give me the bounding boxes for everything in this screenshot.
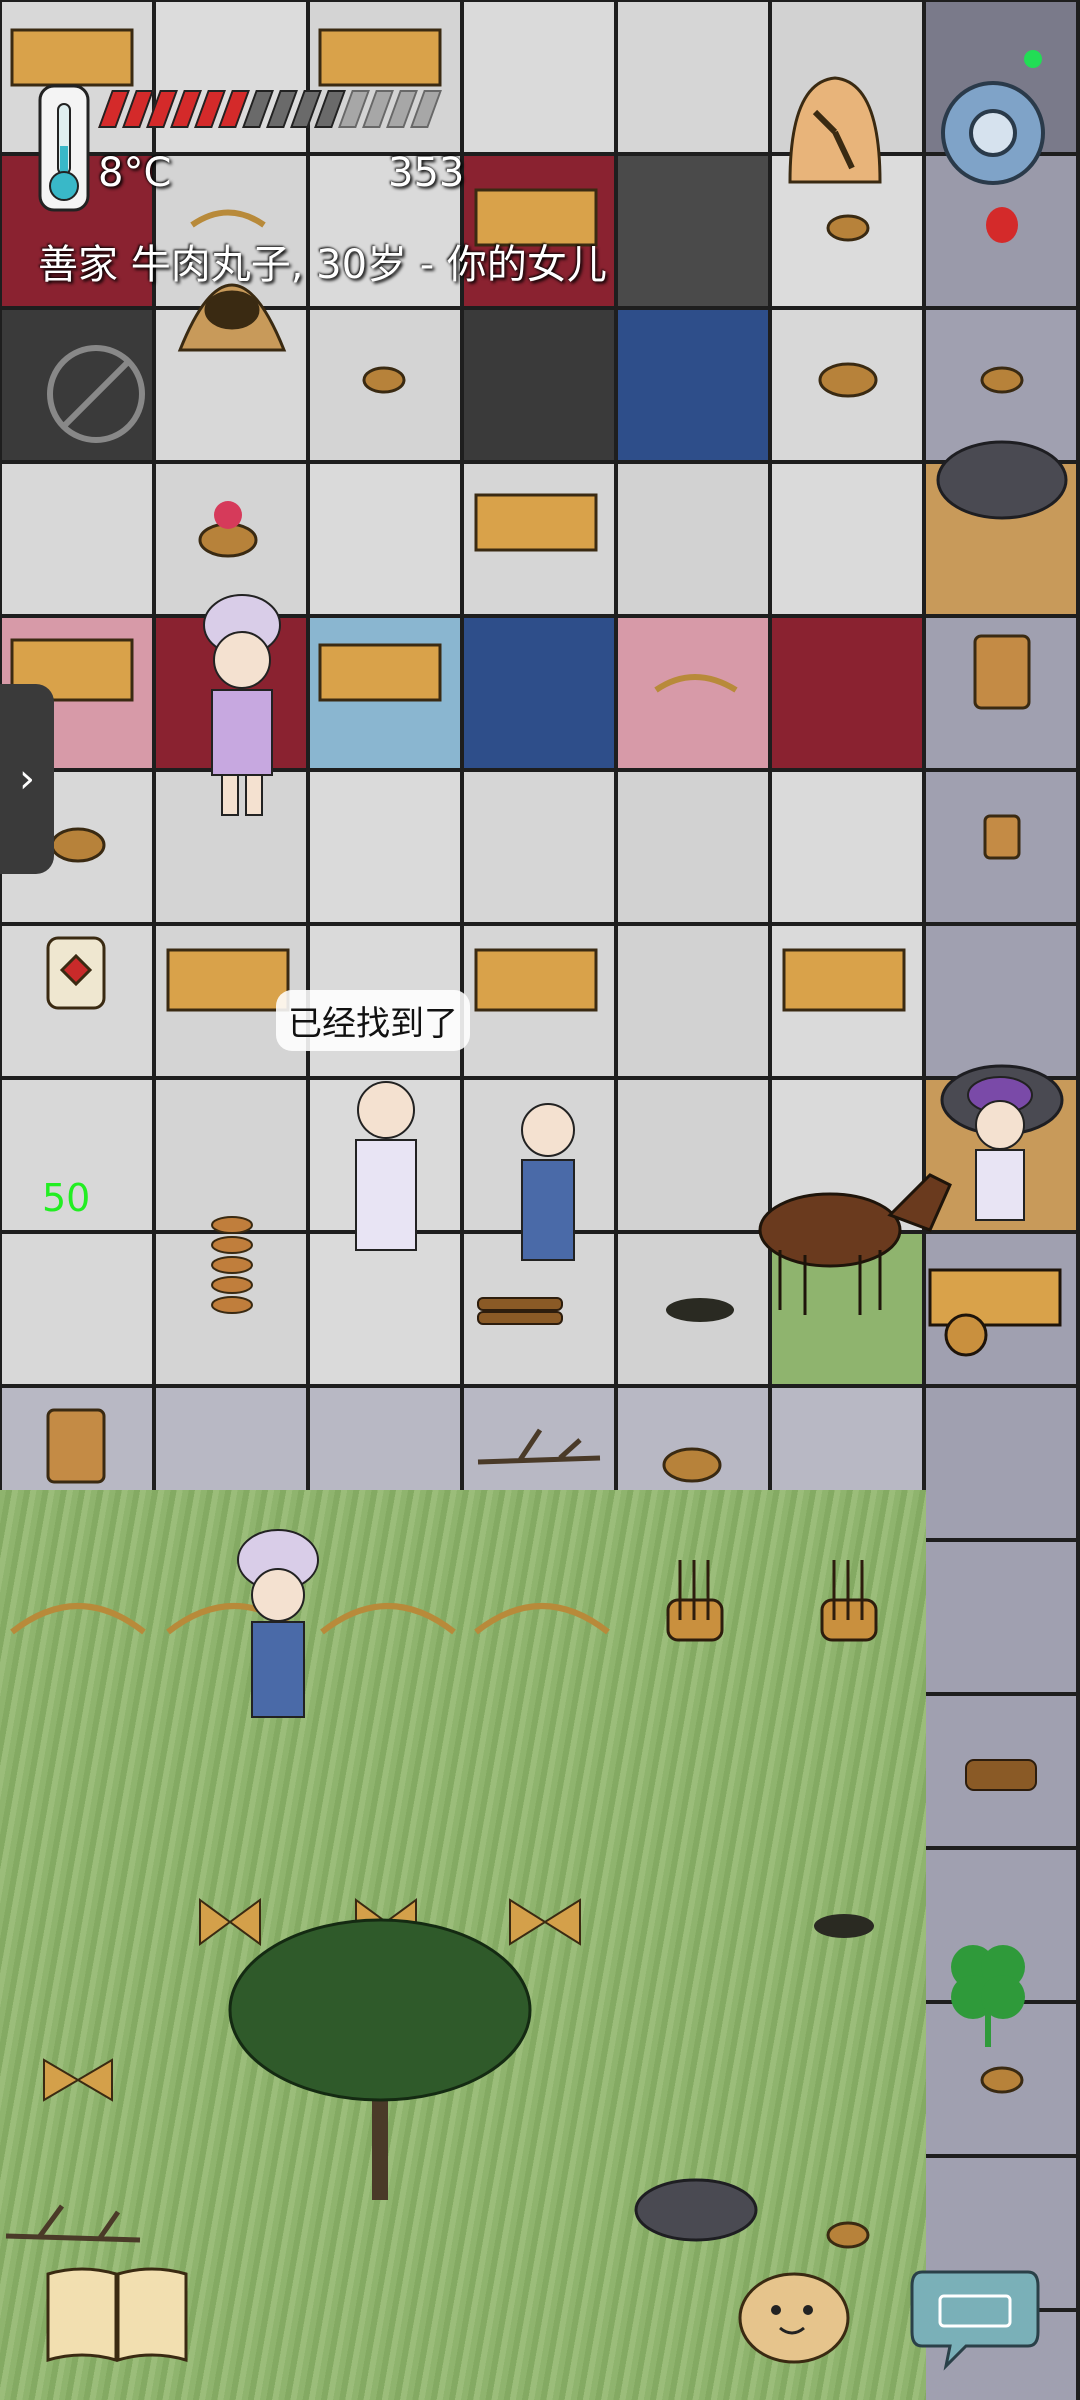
player-info: 善家 牛肉丸子, 30岁 - 你的女儿 bbox=[38, 242, 607, 288]
no-bugs-icon[interactable] bbox=[44, 342, 148, 446]
gear-icon[interactable] bbox=[930, 70, 1056, 196]
hunger-bar bbox=[98, 90, 442, 128]
coordinate-readout: 50 bbox=[42, 1176, 91, 1220]
player-character bbox=[203, 594, 281, 816]
clover-icon[interactable] bbox=[938, 1932, 1038, 2052]
temperature-readout: 8°C bbox=[98, 150, 172, 196]
npc-character bbox=[237, 1529, 319, 1718]
chevron-right-icon: › bbox=[19, 756, 35, 802]
npc-character bbox=[967, 1076, 1033, 1221]
side-panel-tab[interactable]: › bbox=[0, 684, 54, 874]
characters bbox=[203, 594, 1033, 1718]
status-dot bbox=[1024, 50, 1042, 68]
npc-character bbox=[521, 1103, 575, 1261]
food-value: 353 bbox=[388, 150, 465, 196]
keyboard-icon[interactable] bbox=[910, 2262, 1040, 2372]
npc-character bbox=[355, 1081, 417, 1251]
compass-icon[interactable] bbox=[780, 72, 890, 192]
book-icon[interactable] bbox=[42, 2262, 192, 2366]
thermometer-icon bbox=[38, 84, 90, 212]
speech-bubble: 已经找到了 bbox=[276, 990, 470, 1051]
potato-face-icon[interactable] bbox=[736, 2266, 852, 2366]
